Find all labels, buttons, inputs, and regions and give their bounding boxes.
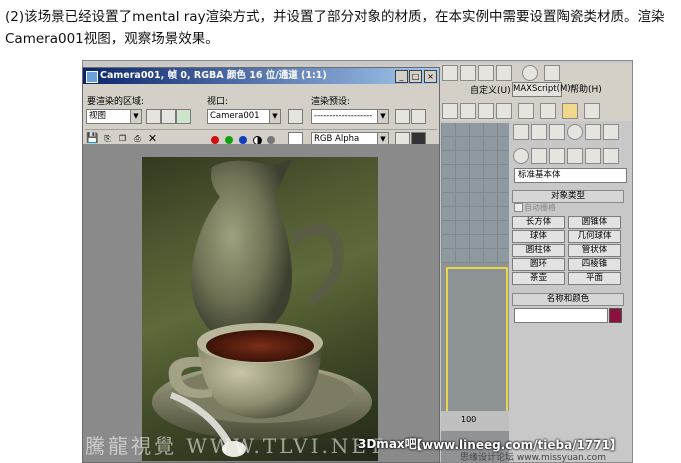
- name-color-rollout[interactable]: 名称和颜色: [512, 293, 624, 306]
- render-frame-icon[interactable]: [518, 103, 534, 119]
- watermark-forum: 思缘设计论坛 www.missyuan.com: [460, 453, 606, 463]
- watermark-brand: 3Dmax吧: [358, 437, 417, 451]
- torus-button[interactable]: 圆环: [512, 258, 565, 271]
- helpers-icon[interactable]: [585, 148, 601, 164]
- curve-editor-icon[interactable]: [442, 103, 458, 119]
- render-window-title: Camera001, 帧 0, RGBA 颜色 16 位/通道 (1:1): [100, 70, 327, 81]
- cameras-icon[interactable]: [567, 148, 583, 164]
- viewport-top-grid[interactable]: [441, 123, 509, 263]
- green-channel-icon[interactable]: [225, 136, 233, 144]
- chevron-down-icon: ▼: [377, 110, 388, 123]
- area-dropdown-value: 视图: [89, 111, 107, 121]
- object-name-field[interactable]: [514, 308, 608, 323]
- teapot-button[interactable]: 茶壶: [512, 272, 565, 285]
- viewport-dropdown[interactable]: Camera001 ▼: [207, 109, 281, 124]
- ruler-label: 100: [461, 415, 477, 424]
- object-color-swatch[interactable]: [609, 308, 622, 323]
- motion-tab-icon[interactable]: [567, 124, 583, 140]
- schematic-icon[interactable]: [460, 103, 476, 119]
- render-setup-icon[interactable]: [496, 103, 512, 119]
- unlink-icon[interactable]: [478, 65, 494, 81]
- create-tab-icon[interactable]: [513, 124, 529, 140]
- autogrid-checkbox[interactable]: [514, 203, 523, 212]
- material-editor-icon[interactable]: [478, 103, 494, 119]
- box-button[interactable]: 长方体: [512, 216, 565, 229]
- chevron-down-icon: ▼: [130, 110, 141, 123]
- auto-region-icon[interactable]: [161, 109, 176, 124]
- hierarchy-tab-icon[interactable]: [549, 124, 565, 140]
- tube-button[interactable]: 管状体: [568, 244, 621, 257]
- area-dropdown[interactable]: 视图 ▼: [86, 109, 142, 124]
- area-label: 要渲染的区域:: [87, 97, 145, 107]
- utilities-tab-icon[interactable]: [603, 124, 619, 140]
- watermark-tlvi: 騰龍視覺 WWW.TLVI.NET: [85, 434, 386, 458]
- plane-button[interactable]: 平面: [568, 272, 621, 285]
- binoculars-icon[interactable]: [442, 65, 458, 81]
- menu-maxscript[interactable]: MAXScript(M): [512, 82, 571, 97]
- lights-icon[interactable]: [549, 148, 565, 164]
- category-dropdown-value: 标准基本体: [518, 170, 561, 180]
- preset-dropdown-value: -------------------: [314, 111, 373, 121]
- maximize-button[interactable]: □: [409, 70, 422, 83]
- cylinder-button[interactable]: 圆柱体: [512, 244, 565, 257]
- monochrome-icon[interactable]: [267, 136, 275, 144]
- blue-channel-icon[interactable]: [239, 136, 247, 144]
- crop-icon[interactable]: [176, 109, 191, 124]
- geosphere-button[interactable]: 几何球体: [568, 230, 621, 243]
- edit-region-icon[interactable]: [146, 109, 161, 124]
- dropdown-icon[interactable]: [544, 65, 560, 81]
- menu-customize[interactable]: 自定义(U): [470, 83, 511, 96]
- active-viewport[interactable]: [446, 267, 508, 413]
- preset-label: 渲染预设:: [311, 97, 351, 107]
- cone-button[interactable]: 圆锥体: [568, 216, 621, 229]
- toolbar-divider: [85, 129, 437, 130]
- link-icon[interactable]: [460, 65, 476, 81]
- preset-dropdown[interactable]: ------------------- ▼: [311, 109, 389, 124]
- teapot-render-icon[interactable]: [584, 103, 600, 119]
- viewport-dropdown-value: Camera001: [210, 111, 260, 121]
- shapes-icon[interactable]: [531, 148, 547, 164]
- instruction-text: (2)该场景已经设置了mental ray渲染方式，并设置了部分对象的材质，在本…: [5, 9, 665, 47]
- rendered-image: [142, 157, 378, 461]
- sphere-button[interactable]: 球体: [512, 230, 565, 243]
- render-window-titlebar[interactable]: Camera001, 帧 0, RGBA 颜色 16 位/通道 (1:1) _ …: [83, 68, 439, 84]
- main-toolbar-bottom: [438, 99, 632, 121]
- app-icon: [86, 71, 98, 83]
- channel-dropdown-value: RGB Alpha: [314, 134, 360, 144]
- pyramid-button[interactable]: 四棱锥: [568, 258, 621, 271]
- help-icon[interactable]: [522, 65, 538, 81]
- render-setup-icon[interactable]: [395, 109, 410, 124]
- environment-icon[interactable]: [411, 109, 426, 124]
- display-tab-icon[interactable]: [585, 124, 601, 140]
- geometry-icon[interactable]: [513, 148, 529, 164]
- render-production-icon[interactable]: [562, 103, 578, 119]
- close-button[interactable]: ×: [424, 70, 437, 83]
- star-icon[interactable]: [496, 65, 512, 81]
- autogrid-label: 自动栅格: [524, 203, 556, 212]
- viewport-label: 视口:: [207, 97, 229, 107]
- quick-render-icon[interactable]: [540, 103, 556, 119]
- main-toolbar-top: [438, 63, 632, 81]
- ceramic-scene: [152, 159, 372, 457]
- minimize-button[interactable]: _: [395, 70, 408, 83]
- category-dropdown[interactable]: 标准基本体: [514, 168, 627, 183]
- modify-tab-icon[interactable]: [531, 124, 547, 140]
- chevron-down-icon: ▼: [269, 110, 280, 123]
- red-channel-icon[interactable]: [211, 136, 219, 144]
- lock-icon[interactable]: [288, 109, 303, 124]
- spacewarps-icon[interactable]: [603, 148, 619, 164]
- time-ruler[interactable]: 100: [441, 411, 509, 431]
- menu-help[interactable]: 帮助(H): [570, 82, 602, 95]
